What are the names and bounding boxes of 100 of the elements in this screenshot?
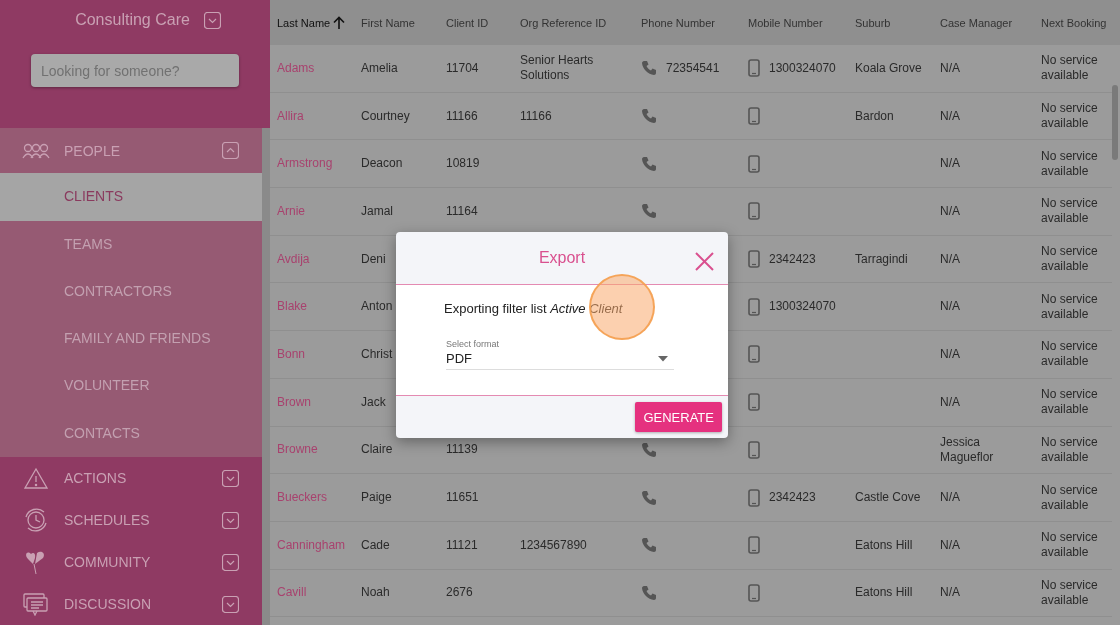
table-cell: Deacon: [361, 156, 403, 172]
client-link[interactable]: Canningham: [277, 537, 346, 553]
table-cell: 10819: [446, 156, 480, 172]
export-message: Exporting filter list Active Client: [444, 301, 623, 316]
table-cell-text: No service available: [1041, 577, 1099, 608]
nav-section[interactable]: PEOPLE: [0, 128, 262, 174]
table-cell: 1234567890: [520, 537, 587, 553]
table-cell: Koala Grove: [855, 60, 922, 76]
table-cell: Courtney: [361, 108, 410, 124]
organization-name: Consulting Care: [75, 11, 190, 29]
client-link[interactable]: Adams: [277, 60, 315, 76]
table-cell: 72354541: [666, 60, 720, 76]
mobile-phone-icon: [748, 393, 760, 412]
phone-icon: [641, 584, 657, 601]
client-link[interactable]: Arnie: [277, 203, 305, 219]
column-header[interactable]: Org Reference ID: [520, 16, 607, 29]
nav-item[interactable]: CONTRACTORS: [0, 267, 262, 316]
nav-item[interactable]: FAMILY AND FRIENDS: [0, 315, 262, 363]
section-label: ACTIONS: [64, 470, 128, 486]
phone-icon: [641, 489, 657, 506]
dropdown-caret-icon: [658, 355, 668, 362]
table-cell: Deni: [361, 251, 386, 267]
table-cell: Tarragindi: [855, 251, 908, 267]
table-cell: Cade: [361, 537, 390, 553]
table-cell: N/A: [940, 203, 960, 219]
column-header[interactable]: First Name: [361, 16, 415, 29]
search-field[interactable]: Looking for someone?: [31, 54, 239, 87]
phone-icon: [641, 441, 657, 458]
mobile-phone-icon: [748, 59, 760, 78]
column-header[interactable]: Next Booking: [1041, 16, 1107, 29]
table-cell: N/A: [940, 585, 960, 601]
phone-icon: [641, 60, 657, 77]
column-header[interactable]: Phone Number: [641, 16, 715, 29]
table-cell: Jamal: [361, 203, 393, 219]
people-icon: [22, 141, 50, 160]
table-cell: 11164: [446, 203, 478, 219]
client-link[interactable]: Armstrong: [277, 156, 333, 172]
table-cell: 1300324070: [769, 60, 836, 76]
table-cell: Noah: [361, 585, 390, 601]
dialog-title: Export: [538, 249, 586, 267]
warning-icon: [24, 467, 48, 489]
nav-section[interactable]: DISCUSSION: [0, 583, 262, 625]
chat-icon: [23, 592, 49, 616]
chevron-down-icon: [203, 11, 221, 29]
table-cell-text: No service available: [1041, 148, 1099, 179]
table-cell: 11704: [446, 60, 479, 76]
mobile-phone-icon: [748, 536, 760, 555]
section-label: SCHEDULES: [64, 512, 151, 528]
table-cell-text: No service available: [1041, 244, 1099, 275]
phone-icon: [641, 155, 657, 172]
mobile-phone-icon: [748, 107, 760, 126]
column-header[interactable]: Suburb: [855, 16, 891, 29]
scrollbar-thumb[interactable]: [1112, 85, 1118, 160]
table-cell: N/A: [940, 299, 960, 315]
table-cell: 2342423: [769, 490, 816, 506]
mobile-phone-icon: [748, 250, 760, 269]
format-select[interactable]: Select format PDF: [446, 339, 674, 370]
table-cell: N/A: [940, 394, 960, 410]
nav-section[interactable]: SCHEDULES: [0, 499, 262, 541]
client-link[interactable]: Allira: [277, 108, 304, 124]
table-cell: 11651: [446, 490, 479, 506]
table-cell: 11139: [446, 442, 478, 458]
table-cell-text: No service available: [1041, 482, 1099, 513]
column-header[interactable]: Mobile Number: [748, 16, 823, 29]
table-cell: 2342423: [769, 251, 816, 267]
nav-section[interactable]: COMMUNITY: [0, 541, 262, 583]
client-link[interactable]: Bueckers: [277, 490, 328, 506]
client-link[interactable]: Blake: [277, 299, 308, 315]
client-link[interactable]: Cavill: [277, 585, 307, 601]
client-link[interactable]: Brown: [277, 394, 311, 410]
table-cell: 1300324070: [769, 299, 836, 315]
table-cell-text: No service available: [1041, 387, 1099, 418]
client-link[interactable]: Browne: [277, 442, 318, 458]
table-cell: Amelia: [361, 60, 398, 76]
column-header[interactable]: Last Name: [277, 16, 331, 29]
client-link[interactable]: Avdija: [277, 251, 310, 267]
nav-item[interactable]: VOLUNTEER: [0, 362, 262, 410]
nav-item[interactable]: TEAMS: [0, 220, 262, 268]
mobile-phone-icon: [748, 202, 760, 221]
nav-item[interactable]: CONTACTS: [0, 409, 262, 457]
generate-button[interactable]: GENERATE: [635, 402, 722, 432]
table-cell-text: Senior Hearts Solutions: [520, 53, 595, 84]
column-header[interactable]: Client ID: [446, 16, 489, 29]
nav-item[interactable]: CLIENTS: [0, 173, 262, 221]
table-cell-text: No service available: [1041, 196, 1099, 227]
table-cell: 11121: [446, 537, 478, 553]
section-label: PEOPLE: [64, 142, 122, 159]
close-icon[interactable]: [695, 252, 714, 271]
client-link[interactable]: Bonn: [277, 346, 306, 362]
column-header[interactable]: Case Manager: [940, 16, 1013, 29]
phone-icon: [641, 203, 657, 220]
table-cell-text: No service available: [1041, 53, 1099, 84]
table-cell-text: No service available: [1041, 101, 1099, 132]
mobile-phone-icon: [748, 440, 760, 459]
table-cell: 2676: [446, 585, 473, 601]
nav-section[interactable]: ACTIONS: [0, 457, 262, 499]
table-cell-text: No service available: [1041, 530, 1099, 561]
table-cell: N/A: [940, 108, 960, 124]
mobile-phone-icon: [748, 297, 760, 316]
table-cell-text: No service available: [1041, 291, 1099, 322]
